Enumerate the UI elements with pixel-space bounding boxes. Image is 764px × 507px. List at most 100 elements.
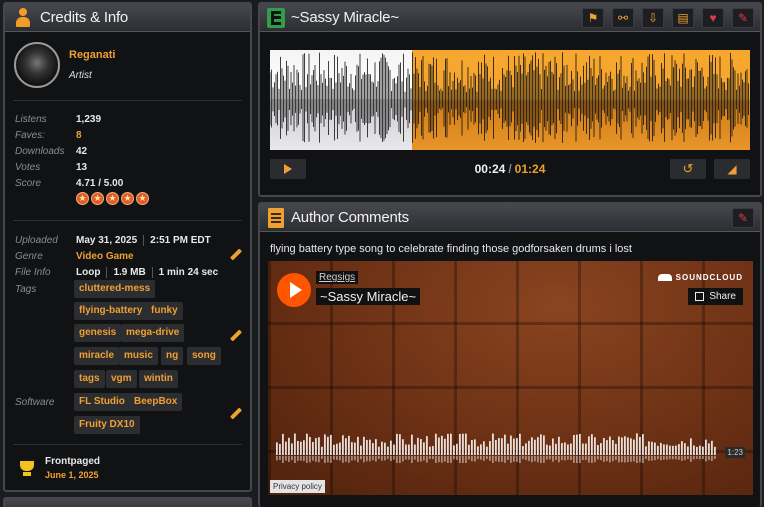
- tag-chip[interactable]: vgm: [106, 370, 137, 388]
- soundcloud-wave-bar: [279, 443, 281, 455]
- soundcloud-wave-bar: [624, 436, 626, 455]
- author-comments-panel: Author Comments ✎ flying battery type so…: [258, 202, 762, 507]
- soundcloud-wave-reflection: [474, 456, 476, 462]
- tag-chip[interactable]: wintin: [139, 370, 178, 388]
- soundcloud-wave-reflection: [462, 456, 464, 463]
- waveform-scrubber[interactable]: [270, 50, 750, 150]
- soundcloud-wave-bar: [708, 443, 710, 455]
- soundcloud-wave-bar: [588, 436, 590, 455]
- soundcloud-wave-bar: [579, 433, 581, 455]
- soundcloud-share-button[interactable]: Share: [688, 288, 743, 305]
- rating-star-icon[interactable]: ★: [91, 192, 104, 205]
- soundcloud-waveform[interactable]: [276, 433, 746, 463]
- soundcloud-wave-reflection: [711, 456, 713, 461]
- soundcloud-wave-reflection: [306, 456, 308, 463]
- edit-icon[interactable]: ✎: [732, 8, 754, 28]
- soundcloud-logo[interactable]: SOUNDCLOUD: [657, 273, 743, 282]
- software-chip[interactable]: BeepBox: [129, 393, 183, 411]
- soundcloud-play-button[interactable]: [277, 273, 311, 307]
- privacy-policy-link[interactable]: Privacy policy: [270, 480, 325, 493]
- tag-chip[interactable]: miracle: [74, 347, 120, 365]
- artist-name-link[interactable]: Reganati: [69, 49, 115, 61]
- soundcloud-track-link[interactable]: ~Sassy Miracle~: [316, 288, 421, 305]
- download-icon[interactable]: ⇩: [642, 8, 664, 28]
- soundcloud-wave-bar: [663, 444, 665, 455]
- soundcloud-wave-reflection: [399, 456, 401, 463]
- soundcloud-wave-reflection: [321, 456, 323, 459]
- soundcloud-wave-reflection: [327, 456, 329, 463]
- rating-star-icon[interactable]: ★: [121, 192, 134, 205]
- soundcloud-wave-bar: [345, 438, 347, 455]
- soundcloud-wave-reflection: [516, 456, 518, 462]
- soundcloud-wave-reflection: [432, 456, 434, 460]
- play-icon: [289, 282, 302, 298]
- share-label: Share: [709, 291, 736, 302]
- soundcloud-wave-bar: [381, 441, 383, 455]
- stat-value: 42: [76, 145, 88, 157]
- soundcloud-wave-reflection: [342, 456, 344, 463]
- soundcloud-wave-bar: [576, 434, 578, 455]
- tag-chip[interactable]: ng: [161, 347, 184, 365]
- software-chip[interactable]: FL Studio: [74, 393, 130, 411]
- soundcloud-wave-bar: [480, 444, 482, 455]
- soundcloud-wave-bar: [705, 439, 707, 455]
- soundcloud-wave-reflection: [483, 456, 485, 461]
- edit-comments-icon[interactable]: ✎: [732, 208, 754, 228]
- rating-stars[interactable]: ★ ★ ★ ★ ★: [76, 192, 149, 205]
- soundcloud-wave-reflection: [324, 456, 326, 463]
- soundcloud-user-link[interactable]: Regsigs: [316, 271, 359, 284]
- soundcloud-wave-bar: [408, 444, 410, 455]
- soundcloud-wave-bar: [561, 443, 563, 455]
- rating-star-icon[interactable]: ★: [76, 192, 89, 205]
- tag-chip[interactable]: genesis: [74, 324, 122, 342]
- rating-star-icon[interactable]: ★: [136, 192, 149, 205]
- artist-card[interactable]: Reganati Artist: [14, 42, 115, 88]
- soundcloud-wave-reflection: [600, 456, 602, 461]
- soundcloud-wave-reflection: [504, 456, 506, 463]
- soundcloud-wave-bar: [570, 443, 572, 455]
- soundcloud-wave-reflection: [579, 456, 581, 463]
- edit-genre-icon[interactable]: [229, 248, 243, 262]
- soundcloud-wave-reflection: [315, 456, 317, 462]
- tag-chip[interactable]: flying-battery: [74, 302, 148, 320]
- soundcloud-wave-bar: [501, 438, 503, 455]
- tag-chip[interactable]: mega-drive: [121, 324, 185, 342]
- edit-tags-icon[interactable]: [229, 329, 243, 343]
- volume-button[interactable]: ◢: [714, 159, 750, 179]
- tag-chip[interactable]: music: [119, 347, 158, 365]
- soundcloud-wave-reflection: [468, 456, 470, 460]
- favorite-icon[interactable]: ♥: [702, 8, 724, 28]
- tag-chip[interactable]: song: [187, 347, 221, 365]
- soundcloud-wave-reflection: [435, 456, 437, 463]
- flag-icon[interactable]: ⚑: [582, 8, 604, 28]
- next-panel-header: [3, 497, 252, 507]
- soundcloud-wave-reflection: [684, 456, 686, 461]
- software-chip[interactable]: Fruity DX10: [74, 416, 140, 434]
- tag-chip[interactable]: tags: [74, 370, 105, 388]
- artist-avatar[interactable]: [14, 42, 60, 88]
- soundcloud-wave-reflection: [543, 456, 545, 463]
- file-size: 1.9 MB: [113, 266, 146, 278]
- soundcloud-wave-bar: [333, 444, 335, 455]
- soundcloud-wave-bar: [681, 441, 683, 455]
- soundcloud-wave-bar: [495, 440, 497, 455]
- playlist-icon[interactable]: ▤: [672, 8, 694, 28]
- edit-software-icon[interactable]: [229, 407, 243, 421]
- share-icon[interactable]: ⚯: [612, 8, 634, 28]
- genre-link[interactable]: Video Game: [76, 251, 134, 262]
- tag-chip[interactable]: funky: [146, 302, 183, 320]
- soundcloud-wave-bar: [675, 445, 677, 455]
- loop-button[interactable]: ↺: [670, 159, 706, 179]
- soundcloud-wave-reflection: [567, 456, 569, 460]
- rating-star-icon[interactable]: ★: [106, 192, 119, 205]
- stat-listens: Listens 1,239: [15, 112, 101, 126]
- uploaded-time: 2:51 PM EDT: [150, 234, 211, 246]
- share-icon: [695, 292, 705, 301]
- tag-chip[interactable]: cluttered-mess: [74, 280, 156, 298]
- soundcloud-wave-bar: [696, 446, 698, 455]
- soundcloud-wave-reflection: [459, 456, 461, 463]
- soundcloud-wave-bar: [489, 441, 491, 455]
- document-icon: [268, 207, 284, 228]
- soundcloud-wave-bar: [471, 440, 473, 455]
- soundcloud-wave-reflection: [297, 456, 299, 461]
